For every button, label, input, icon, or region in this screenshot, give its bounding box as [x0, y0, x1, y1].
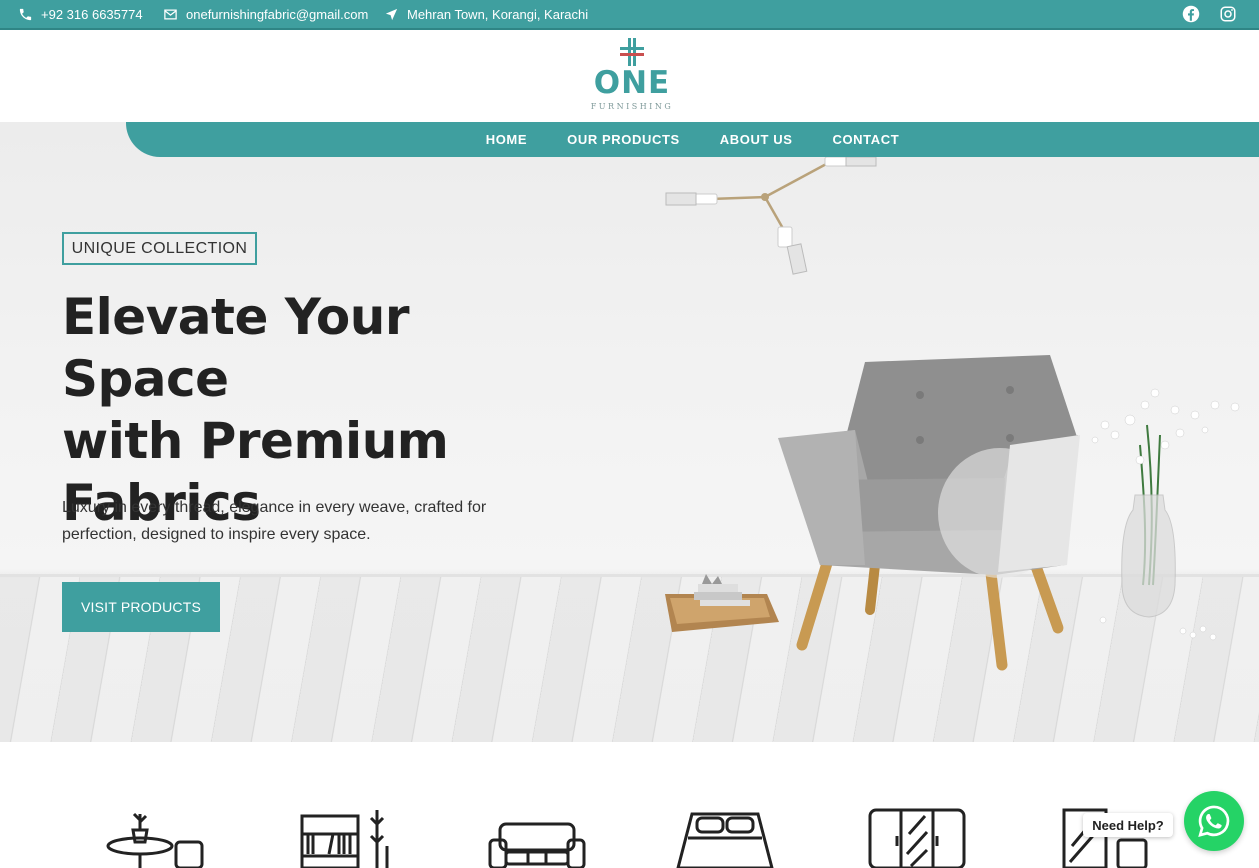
phone-number: +92 316 6635774	[41, 6, 143, 22]
collection-badge: UNIQUE COLLECTION	[62, 232, 257, 265]
wardrobe-icon[interactable]	[863, 806, 973, 868]
phone-icon	[19, 8, 32, 20]
decor-tray-image	[665, 574, 779, 632]
armchair-image	[778, 355, 1080, 671]
need-help-label[interactable]: Need Help?	[1083, 813, 1173, 837]
brand-logo[interactable]: ONE FURNISHING	[590, 38, 674, 116]
bed-icon[interactable]	[670, 806, 780, 868]
visit-products-button[interactable]: VISIT PRODUCTS	[62, 582, 220, 632]
side-table-icon[interactable]	[100, 806, 210, 868]
logo-wordmark: ONE	[593, 65, 671, 101]
whatsapp-chat-button[interactable]	[1184, 791, 1244, 851]
sofa-icon[interactable]	[484, 806, 594, 868]
instagram-icon[interactable]	[1219, 5, 1237, 23]
flower-vase-image	[1091, 388, 1240, 641]
facebook-icon[interactable]	[1182, 5, 1200, 23]
nav-contact[interactable]: CONTACT	[832, 132, 899, 147]
hero-subtext: Luxury in every thread, elegance in ever…	[62, 499, 487, 543]
envelope-icon	[164, 9, 177, 19]
email-address: onefurnishingfabric@gmail.com	[186, 6, 369, 22]
headline-line-1: Elevate Your Space	[62, 288, 409, 408]
address-text: Mehran Town, Korangi, Karachi	[407, 6, 589, 22]
location-arrow-icon	[385, 8, 398, 20]
address-contact: Mehran Town, Korangi, Karachi	[384, 0, 588, 28]
nav-home[interactable]: HOME	[486, 132, 527, 147]
main-nav: HOME OUR PRODUCTS ABOUT US CONTACT	[126, 122, 1259, 157]
whatsapp-icon	[1198, 805, 1230, 837]
phone-contact[interactable]: +92 316 6635774	[18, 0, 143, 28]
top-contact-bar: +92 316 6635774 onefurnishingfabric@gmai…	[0, 0, 1259, 30]
headline-line-2: with Premium	[62, 412, 449, 470]
ceiling-lamp-image	[665, 157, 877, 275]
logo-mark-icon	[620, 38, 644, 66]
nav-our-products[interactable]: OUR PRODUCTS	[567, 132, 680, 147]
logo-subtitle: FURNISHING	[590, 102, 674, 111]
bookshelf-icon[interactable]	[295, 806, 405, 868]
nav-about-us[interactable]: ABOUT US	[720, 132, 793, 147]
email-contact[interactable]: onefurnishingfabric@gmail.com	[163, 0, 368, 28]
